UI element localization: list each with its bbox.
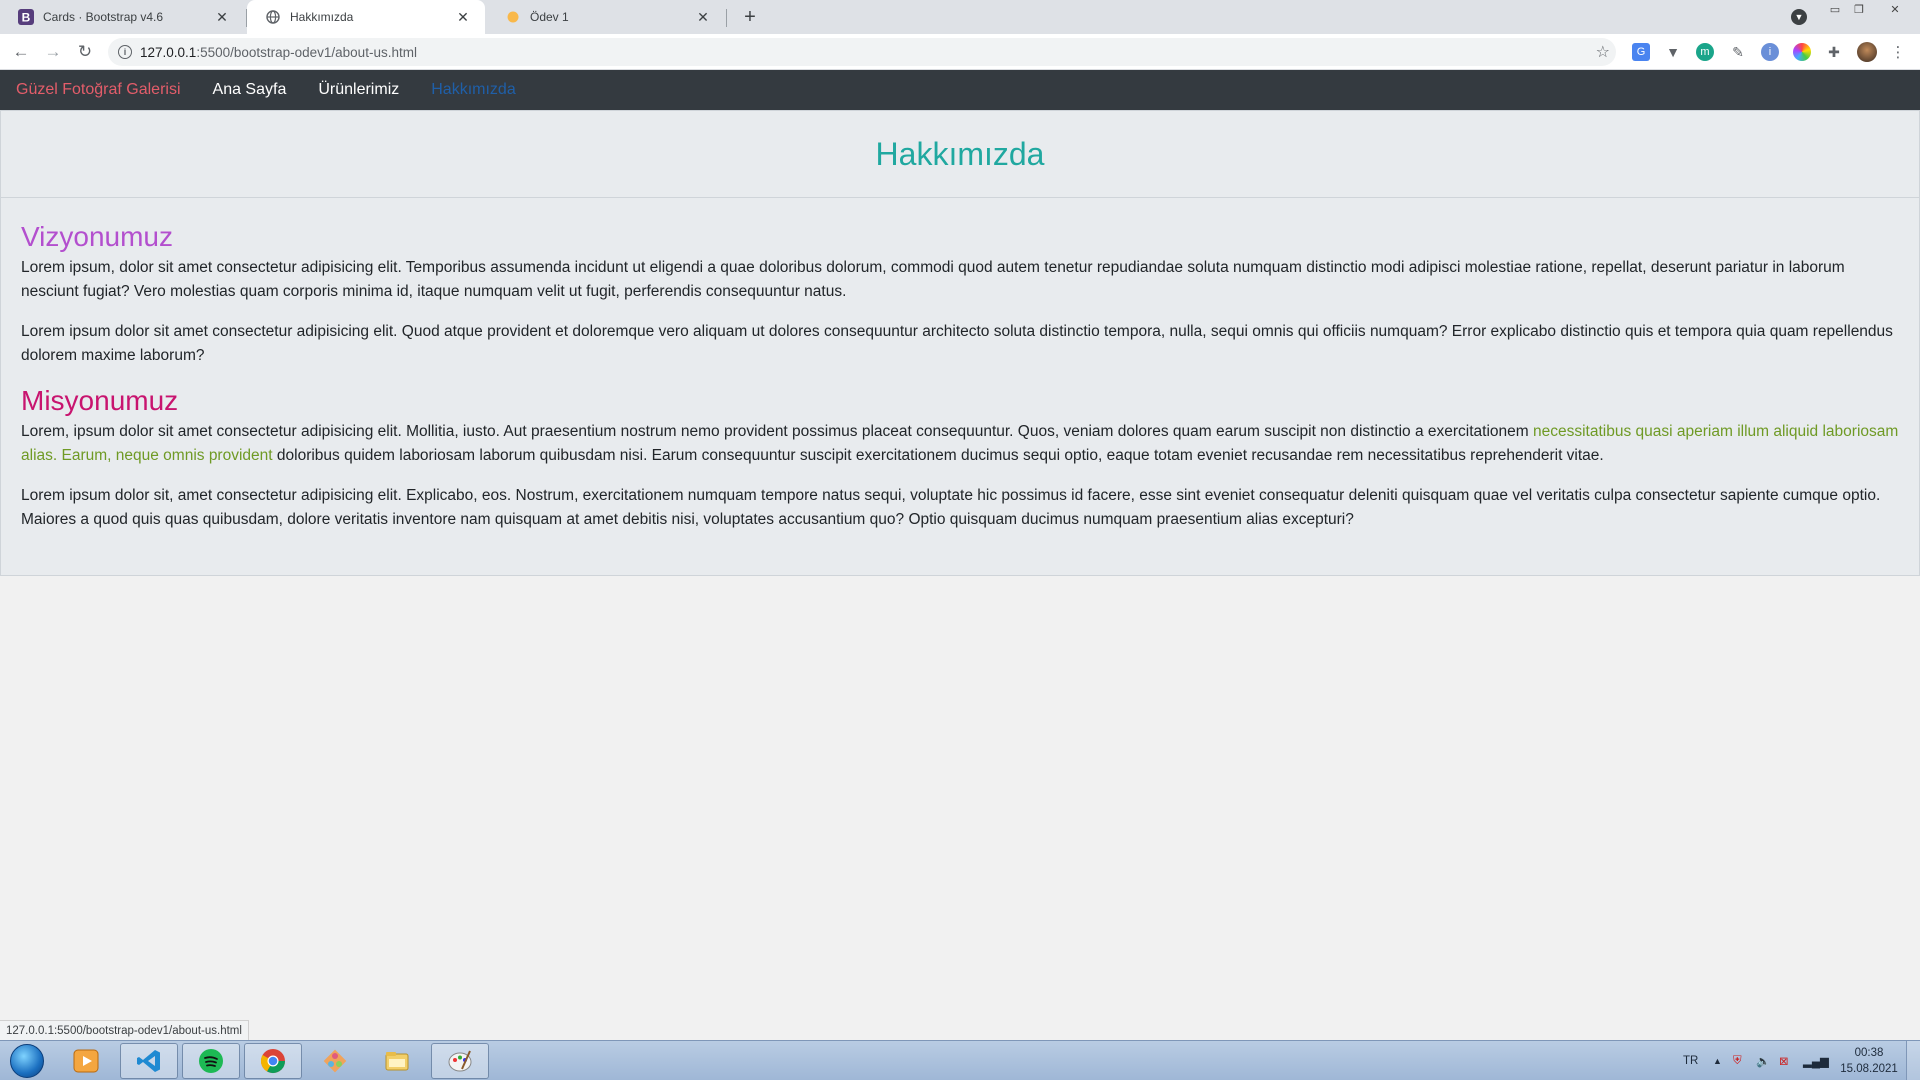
globe-icon bbox=[265, 9, 281, 25]
close-tab-icon[interactable]: ✕ bbox=[455, 9, 471, 25]
vue-devtools-icon[interactable]: ▼ bbox=[1664, 43, 1682, 61]
back-icon[interactable]: ← bbox=[9, 40, 33, 64]
avatar[interactable] bbox=[1857, 42, 1877, 62]
mission-heading: Misyonumuz bbox=[21, 385, 179, 416]
spotify-icon[interactable] bbox=[182, 1043, 240, 1079]
navbar: Güzel Fotoğraf Galerisi Ana Sayfa Ürünle… bbox=[0, 70, 1920, 110]
url-text: 127.0.0.1:5500/bootstrap-odev1/about-us.… bbox=[140, 44, 417, 60]
extension-m-icon[interactable]: m bbox=[1696, 43, 1714, 61]
mission-paragraph-2: Lorem ipsum dolor sit, amet consectetur … bbox=[21, 487, 1881, 528]
tab-hakkimizda[interactable]: Hakkımızda ✕ bbox=[247, 0, 485, 34]
volume-icon[interactable]: 🔈 bbox=[1756, 1041, 1770, 1080]
git-kraken-icon[interactable] bbox=[306, 1043, 364, 1079]
tab-bootstrap-cards[interactable]: B Cards · Bootstrap v4.6 ✕ bbox=[0, 0, 244, 34]
clock-date: 15.08.2021 bbox=[1840, 1063, 1898, 1075]
nav-link-urunlerimiz[interactable]: Ürünlerimiz bbox=[318, 81, 399, 99]
bookmark-star-icon[interactable]: ☆ bbox=[1596, 42, 1610, 62]
menu-icon[interactable]: ⋮ bbox=[1889, 43, 1907, 61]
mission-paragraph-1: Lorem, ipsum dolor sit amet consectetur … bbox=[21, 423, 1899, 464]
network-error-icon[interactable]: ⊠ bbox=[1779, 1041, 1789, 1080]
about-card: Hakkımızda Vizyonumuz Lorem ipsum, dolor… bbox=[0, 110, 1920, 576]
navbar-brand[interactable]: Güzel Fotoğraf Galerisi bbox=[16, 81, 181, 99]
tab-search-icon[interactable]: ▼ bbox=[1791, 9, 1807, 25]
tab-strip: B Cards · Bootstrap v4.6 ✕ Hakkımızda ✕ … bbox=[0, 0, 1920, 34]
reload-icon[interactable]: ↻ bbox=[73, 40, 97, 64]
show-desktop-button[interactable] bbox=[1906, 1041, 1920, 1080]
browser-toolbar: ← → ↻ i 127.0.0.1:5500/bootstrap-odev1/a… bbox=[0, 34, 1920, 70]
close-tab-icon[interactable]: ✕ bbox=[214, 9, 230, 25]
restore-icon[interactable]: ❐ bbox=[1848, 0, 1870, 18]
extensions-puzzle-icon[interactable]: ✚ bbox=[1825, 43, 1843, 61]
vision-heading: Vizyonumuz bbox=[21, 221, 174, 252]
forward-icon[interactable]: → bbox=[41, 40, 65, 64]
security-alert-icon[interactable]: ⛨ bbox=[1733, 1041, 1742, 1080]
tab-title: Cards · Bootstrap v4.6 bbox=[43, 10, 164, 24]
system-clock[interactable]: 00:38 15.08.2021 bbox=[1834, 1045, 1904, 1077]
card-header: Hakkımızda bbox=[1, 111, 1919, 198]
color-wheel-icon[interactable] bbox=[1793, 43, 1811, 61]
start-button[interactable] bbox=[6, 1043, 48, 1079]
page-content: Güzel Fotoğraf Galerisi Ana Sayfa Ürünle… bbox=[0, 70, 1920, 1040]
minimize-icon[interactable]: ▭ bbox=[1824, 0, 1846, 18]
eyedropper-icon[interactable]: ✎ bbox=[1729, 43, 1747, 61]
svg-text:B: B bbox=[22, 11, 31, 25]
paint-icon[interactable] bbox=[431, 1043, 489, 1079]
windows-start-icon bbox=[10, 1044, 44, 1078]
address-bar[interactable]: i 127.0.0.1:5500/bootstrap-odev1/about-u… bbox=[108, 38, 1616, 66]
media-player-icon[interactable] bbox=[57, 1043, 115, 1079]
translate-icon[interactable]: G bbox=[1632, 43, 1650, 61]
vision-paragraph-1: Lorem ipsum, dolor sit amet consectetur … bbox=[21, 259, 1845, 300]
nav-link-hakkimizda[interactable]: Hakkımızda bbox=[431, 81, 515, 99]
tab-title: Ödev 1 bbox=[530, 10, 569, 24]
file-explorer-icon[interactable] bbox=[368, 1043, 426, 1079]
close-window-icon[interactable]: ✕ bbox=[1884, 0, 1906, 18]
show-hidden-icons-icon[interactable]: ▲ bbox=[1713, 1041, 1722, 1080]
link-status-bar: 127.0.0.1:5500/bootstrap-odev1/about-us.… bbox=[0, 1020, 249, 1040]
chrome-icon[interactable] bbox=[244, 1043, 302, 1079]
close-tab-icon[interactable]: ✕ bbox=[695, 9, 711, 25]
info-icon[interactable]: i bbox=[118, 45, 132, 59]
vision-paragraph-2: Lorem ipsum dolor sit amet consectetur a… bbox=[21, 323, 1893, 364]
bootstrap-icon: B bbox=[18, 9, 34, 25]
new-tab-button[interactable]: + bbox=[738, 5, 762, 29]
tab-odev-1[interactable]: Ödev 1 ✕ bbox=[487, 0, 725, 34]
page-title: Hakkımızda bbox=[875, 135, 1045, 172]
dot-icon bbox=[505, 9, 521, 25]
signal-icon[interactable]: ▂▄▆ bbox=[1803, 1041, 1829, 1080]
clock-time: 00:38 bbox=[1854, 1047, 1884, 1059]
card-body: Vizyonumuz Lorem ipsum, dolor sit amet c… bbox=[1, 198, 1919, 532]
nav-link-ana-sayfa[interactable]: Ana Sayfa bbox=[213, 81, 287, 99]
extension-info-icon[interactable]: i bbox=[1761, 43, 1779, 61]
tab-separator bbox=[726, 9, 727, 27]
vscode-icon[interactable] bbox=[120, 1043, 178, 1079]
language-indicator[interactable]: TR bbox=[1683, 1041, 1698, 1080]
tab-title: Hakkımızda bbox=[290, 10, 354, 24]
taskbar: TR ▲ ⛨ 🔈 ⊠ ▂▄▆ 00:38 15.08.2021 bbox=[0, 1040, 1920, 1080]
